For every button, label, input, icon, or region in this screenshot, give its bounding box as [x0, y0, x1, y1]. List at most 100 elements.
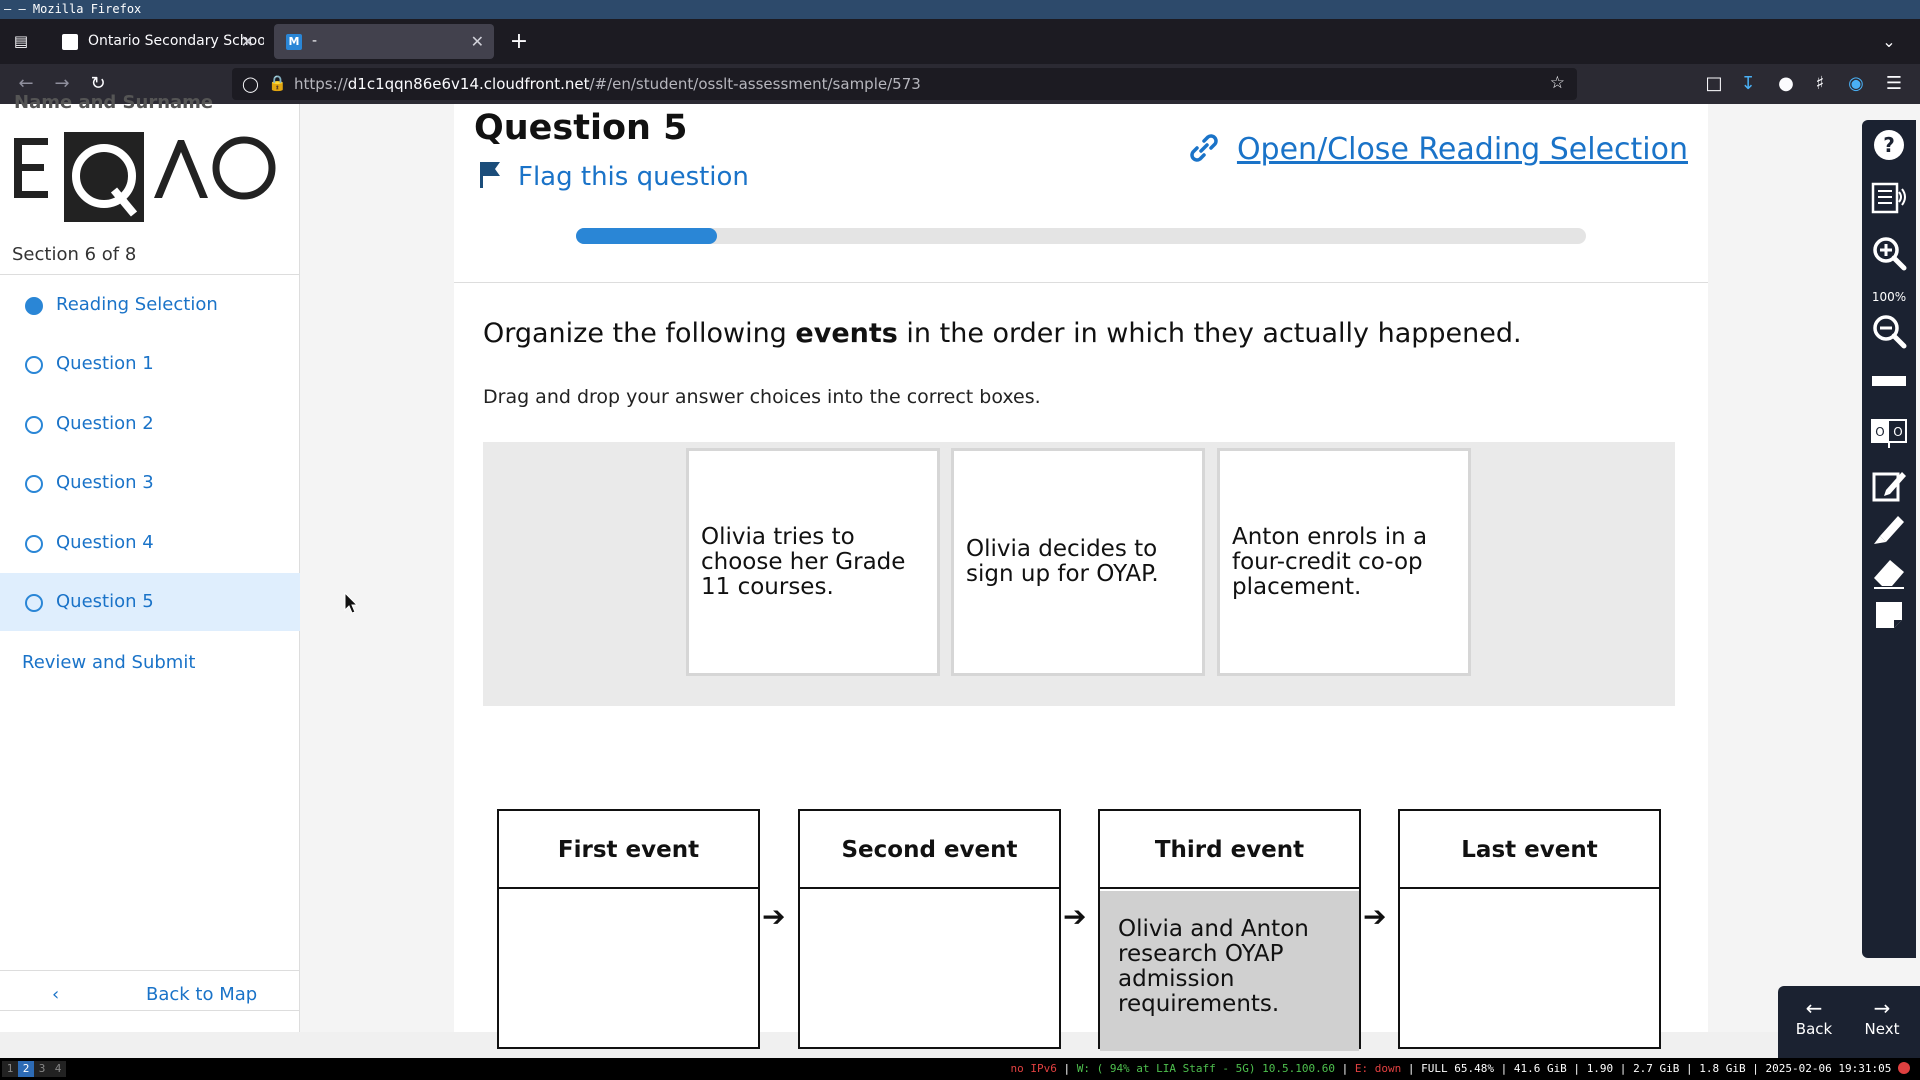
- question-card: Question 5 Flag this question Open/Close…: [454, 104, 1708, 1051]
- sidebar-item-question-4[interactable]: Question 4: [0, 514, 300, 572]
- section-indicator: Section 6 of 8: [12, 244, 137, 265]
- instructions: Drag and drop your answer choices into t…: [483, 386, 1041, 408]
- battery-status: FULL 65.48%: [1421, 1062, 1494, 1075]
- answer-choices-area: Olivia tries to choose her Grade 11 cour…: [483, 442, 1675, 706]
- back-to-map-button[interactable]: ‹ Back to Map: [0, 972, 300, 1022]
- arrow-right-icon: ➔: [1363, 900, 1387, 933]
- drop-target-first[interactable]: First event: [497, 809, 760, 1049]
- workspace-2[interactable]: 2: [18, 1061, 34, 1077]
- next-button[interactable]: → Next: [1850, 996, 1914, 1066]
- bookmark-star-icon[interactable]: ☆: [1550, 73, 1565, 93]
- divider: [0, 274, 300, 275]
- next-label: Next: [1864, 1020, 1900, 1038]
- eraser-button[interactable]: [1862, 554, 1916, 602]
- help-icon: ?: [1874, 130, 1904, 160]
- sticky-note-icon: [1876, 602, 1902, 628]
- sidebar-item-label: Question 4: [56, 532, 154, 553]
- sidebar-item-question-1[interactable]: Question 1: [0, 335, 300, 393]
- back-button[interactable]: ← Back: [1782, 996, 1846, 1066]
- zoom-level: 100%: [1871, 290, 1907, 304]
- extension-bird-icon[interactable]: ◉: [1844, 72, 1868, 96]
- notepad-button[interactable]: [1862, 466, 1916, 514]
- tab-ontario[interactable]: Ontario Secondary School ✕: [50, 24, 264, 59]
- open-close-reading-link[interactable]: Open/Close Reading Selection: [1189, 132, 1688, 167]
- target-header: First event: [499, 811, 758, 889]
- text-to-speech-button[interactable]: [1862, 178, 1916, 226]
- line-reader-icon: [1872, 376, 1906, 386]
- divider: [454, 282, 1708, 283]
- answer-choice[interactable]: Anton enrols in a four-credit co-op plac…: [1217, 448, 1471, 676]
- radio-empty-icon: [25, 356, 43, 374]
- favicon-icon: [62, 34, 78, 50]
- url-bar[interactable]: ◯ 🔒 https://d1c1qqn86e6v14.cloudfront.ne…: [232, 68, 1577, 100]
- radio-empty-icon: [25, 475, 43, 493]
- arrow-left-icon: ←: [1805, 996, 1823, 1020]
- ipv6-status: no IPv6: [1010, 1062, 1057, 1075]
- tab-active[interactable]: M - ✕: [274, 24, 494, 59]
- workspace-4[interactable]: 4: [50, 1061, 66, 1077]
- arrow-right-icon: ➔: [762, 900, 786, 933]
- status-info: no IPv6 | W: ( 94% at LIA Staff - 5G) 10…: [1010, 1058, 1910, 1080]
- target-header: Third event: [1100, 811, 1359, 889]
- menu-icon[interactable]: ☰: [1882, 72, 1906, 96]
- notification-icon[interactable]: [1898, 1062, 1910, 1074]
- highlighter-button[interactable]: [1862, 510, 1916, 558]
- back-to-map-label: Back to Map: [146, 984, 258, 1005]
- help-button[interactable]: ?: [1862, 126, 1916, 174]
- answer-choice[interactable]: Olivia tries to choose her Grade 11 cour…: [686, 448, 940, 676]
- zoom-in-button[interactable]: [1862, 234, 1916, 282]
- zoom-out-icon: [1873, 315, 1907, 349]
- favicon-icon: M: [286, 34, 302, 50]
- choice-text: Olivia decides to sign up for OYAP.: [966, 536, 1159, 587]
- svg-text:O: O: [1875, 425, 1884, 439]
- zoom-out-button[interactable]: [1862, 312, 1916, 360]
- close-tab-icon[interactable]: ✕: [471, 24, 484, 59]
- drop-zone[interactable]: [499, 891, 758, 1051]
- target-header: Second event: [800, 811, 1059, 889]
- workspace-1[interactable]: 1: [2, 1061, 18, 1077]
- extensions-icon[interactable]: ♯: [1808, 72, 1832, 96]
- sidebar: Name and Surname Section 6 of 8 Reading …: [0, 92, 300, 1032]
- drop-zone[interactable]: [800, 891, 1059, 1051]
- progress-fill: [576, 228, 718, 244]
- tab-overview-icon[interactable]: ▤: [10, 32, 32, 52]
- arrow-right-icon: →: [1873, 996, 1891, 1020]
- radio-filled-icon: [25, 297, 43, 315]
- drop-target-second[interactable]: Second event: [798, 809, 1061, 1049]
- lock-icon[interactable]: 🔒: [268, 74, 287, 92]
- pocket-icon[interactable]: □: [1702, 72, 1726, 96]
- sidebar-item-label: Question 1: [56, 353, 154, 374]
- open-close-label: Open/Close Reading Selection: [1236, 132, 1688, 167]
- line-reader-button[interactable]: [1862, 362, 1916, 410]
- drop-zone[interactable]: [1400, 891, 1659, 1051]
- workspace-3[interactable]: 3: [34, 1061, 50, 1077]
- review-and-submit-link[interactable]: Review and Submit: [22, 652, 195, 673]
- clock: 2025-02-06 19:31:05: [1765, 1062, 1892, 1075]
- page: Name and Surname Section 6 of 8 Reading …: [0, 92, 1920, 1074]
- close-tab-icon[interactable]: ✕: [241, 24, 254, 59]
- drop-target-third[interactable]: Third event Olivia and Anton research OY…: [1098, 809, 1361, 1051]
- flag-icon: [480, 162, 500, 188]
- answer-choice[interactable]: Olivia decides to sign up for OYAP.: [951, 448, 1205, 676]
- sidebar-item-question-3[interactable]: Question 3: [0, 454, 300, 512]
- choice-text: Olivia tries to choose her Grade 11 cour…: [701, 523, 906, 600]
- sidebar-item-question-5[interactable]: Question 5: [0, 573, 300, 631]
- zoom-in-icon: [1873, 237, 1907, 271]
- prompt-text: Organize the following: [483, 318, 796, 349]
- sidebar-item-question-2[interactable]: Question 2: [0, 395, 300, 453]
- sidebar-item-reading-selection[interactable]: Reading Selection: [0, 276, 300, 334]
- sticky-note-button[interactable]: [1862, 596, 1916, 644]
- downloads-icon[interactable]: ↧: [1736, 72, 1760, 96]
- flag-label: Flag this question: [518, 162, 749, 192]
- drop-target-last[interactable]: Last event: [1398, 809, 1661, 1049]
- contrast-button[interactable]: OO: [1862, 414, 1916, 462]
- url-text[interactable]: https://d1c1qqn86e6v14.cloudfront.net/#/…: [294, 68, 921, 100]
- prompt-emphasis: events: [795, 318, 898, 349]
- tab-list-chevron-icon[interactable]: ⌄: [1876, 29, 1902, 55]
- placed-answer[interactable]: Olivia and Anton research OYAP admission…: [1100, 891, 1359, 1051]
- account-icon[interactable]: ●: [1774, 72, 1798, 96]
- notepad-icon: [1872, 472, 1906, 502]
- new-tab-button[interactable]: +: [504, 27, 534, 57]
- sidebar-item-label: Question 2: [56, 413, 154, 434]
- shield-icon[interactable]: ◯: [242, 75, 259, 93]
